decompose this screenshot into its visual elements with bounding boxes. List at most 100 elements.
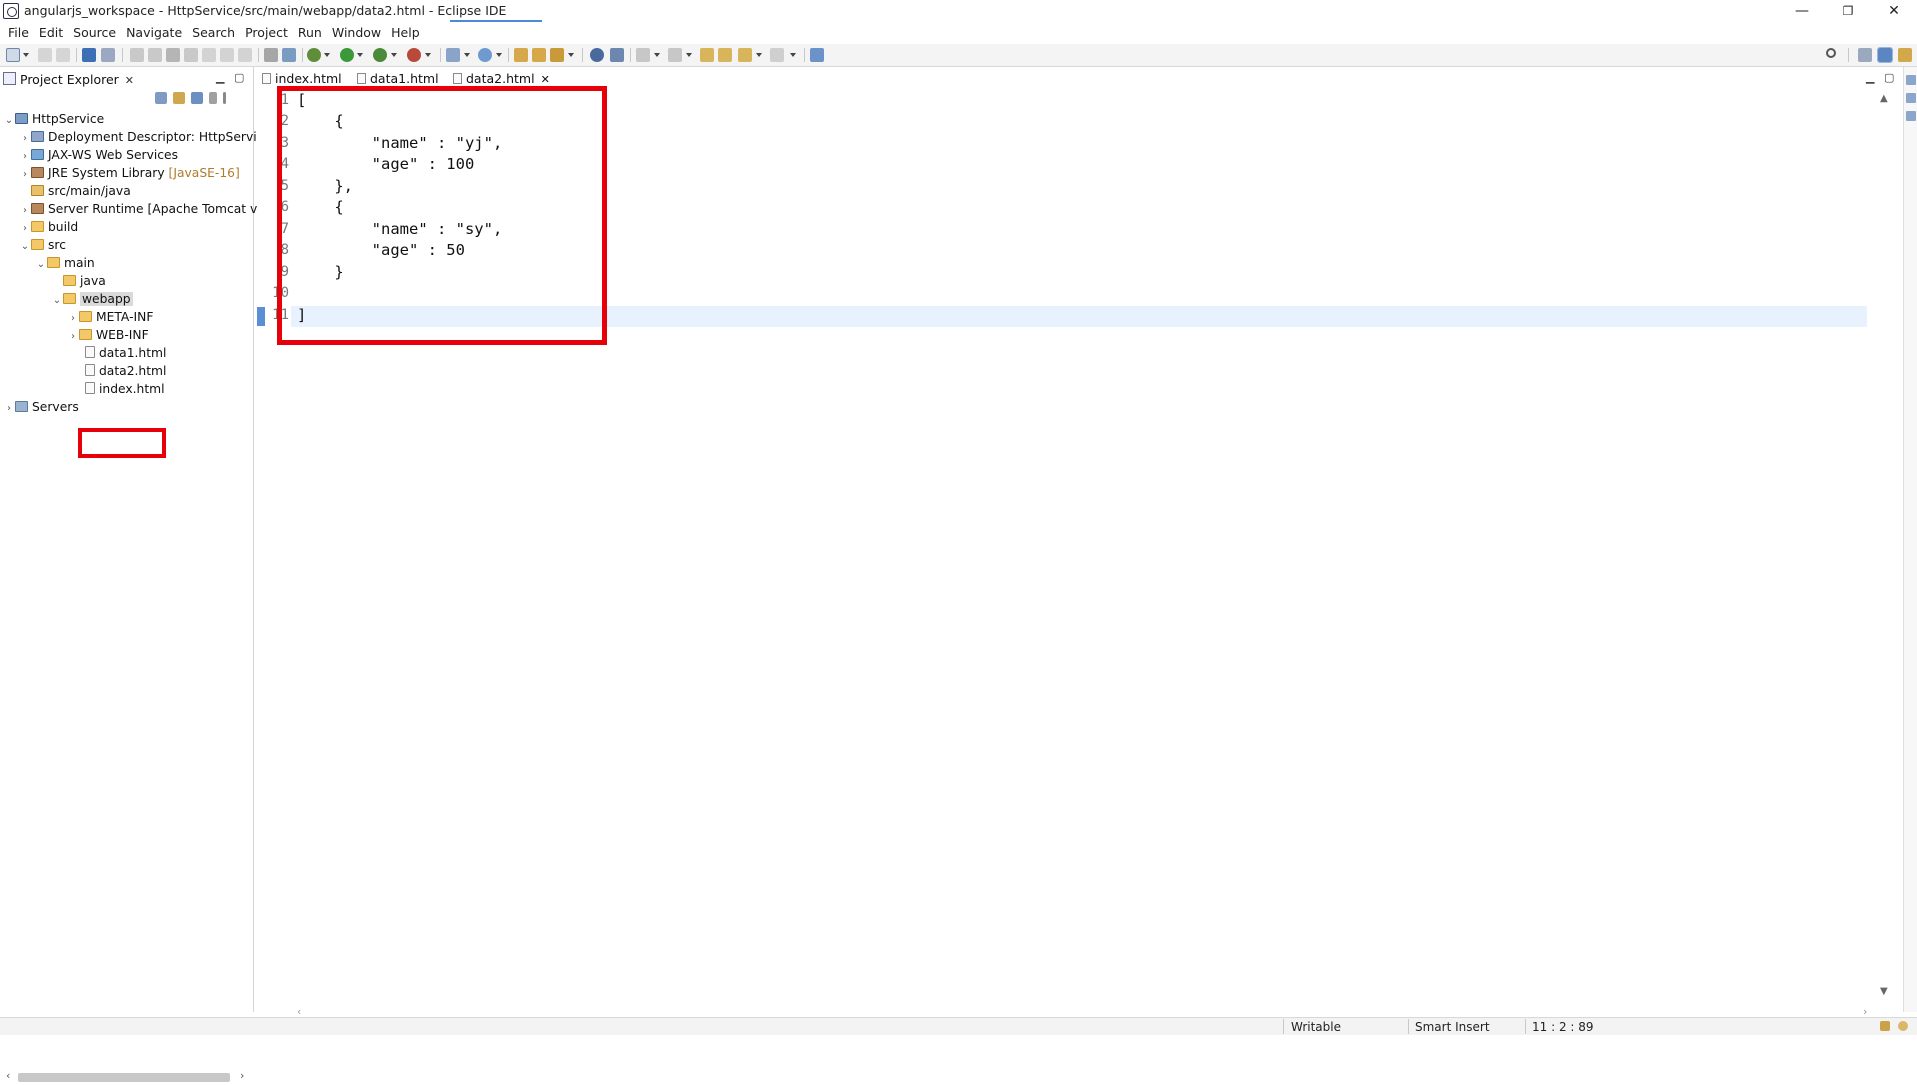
drop-to-frame-icon[interactable] [264, 48, 278, 62]
next-annotation-icon[interactable] [636, 48, 650, 62]
new-web-icon[interactable] [478, 48, 492, 62]
menu-help[interactable]: Help [386, 22, 425, 44]
step-return-icon[interactable] [238, 48, 252, 62]
external-tools-dropdown-icon[interactable] [425, 53, 431, 57]
menu-edit[interactable]: Edit [34, 22, 68, 44]
save-icon[interactable] [38, 48, 52, 62]
new-dropdown-icon[interactable] [23, 53, 29, 57]
open-resource-icon[interactable] [532, 48, 546, 62]
tree-item-httpservice[interactable]: ⌄ HttpService [3, 110, 104, 128]
next-annotation-dropdown-icon[interactable] [654, 53, 660, 57]
web-browser-icon[interactable] [590, 48, 604, 62]
menu-run[interactable]: Run [293, 22, 327, 44]
tree-item-build[interactable]: › build [19, 218, 78, 236]
tree-item-servers[interactable]: › Servers [3, 398, 79, 416]
run-icon[interactable] [340, 48, 354, 62]
skip-breakpoints-icon[interactable] [101, 48, 115, 62]
step-over-icon[interactable] [220, 48, 234, 62]
focus-icon[interactable] [209, 92, 217, 104]
tree-item-meta-inf[interactable]: › META-INF [67, 308, 153, 326]
back-arrow-icon[interactable] [738, 48, 752, 62]
menu-source[interactable]: Source [68, 22, 121, 44]
filter-icon[interactable] [191, 92, 203, 104]
forward-dropdown-icon[interactable] [790, 53, 796, 57]
tree-item-deployment-descriptor[interactable]: › Deployment Descriptor: HttpService [19, 128, 271, 146]
heap-status-icon[interactable] [1898, 1021, 1908, 1031]
view-menu-icon[interactable] [223, 92, 226, 104]
chevron-right-icon[interactable]: › [67, 328, 79, 346]
tree-item-data2-html[interactable]: data2.html [85, 362, 166, 380]
tree-item-jre-library[interactable]: › JRE System Library [JavaSE-16] [19, 164, 240, 182]
previous-annotation-icon[interactable] [668, 48, 682, 62]
last-edit-location-icon[interactable] [700, 48, 714, 62]
search-tool-dropdown-icon[interactable] [568, 53, 574, 57]
back-icon[interactable] [718, 48, 732, 62]
insert-mode-status[interactable]: Smart Insert [1415, 1020, 1490, 1034]
tree-item-src-main-java[interactable]: src/main/java [31, 182, 131, 200]
run-dropdown-icon[interactable] [357, 53, 363, 57]
tree-item-jax-ws[interactable]: › JAX-WS Web Services [19, 146, 178, 164]
scroll-left-icon[interactable]: ‹ [6, 1069, 10, 1082]
coverage-icon[interactable] [373, 48, 387, 62]
debug-dropdown-icon[interactable] [324, 53, 330, 57]
horizontal-scrollbar[interactable]: ‹ › [0, 1069, 253, 1085]
scrollbar-thumb[interactable] [18, 1073, 230, 1082]
minimize-view-icon[interactable]: ▁ [216, 71, 224, 84]
tree-item-data1-html[interactable]: data1.html [85, 344, 166, 362]
resume-icon[interactable] [130, 48, 144, 62]
menu-window[interactable]: Window [327, 22, 386, 44]
chevron-down-icon[interactable]: ⌄ [35, 256, 47, 274]
tree-item-web-inf[interactable]: › WEB-INF [67, 326, 149, 344]
close-window-button[interactable]: ✕ [1871, 0, 1917, 22]
tree-item-index-html[interactable]: index.html [85, 380, 165, 398]
restore-button[interactable]: ❐ [1825, 0, 1871, 22]
menu-file[interactable]: File [3, 22, 34, 44]
new-icon[interactable] [6, 48, 20, 62]
properties-view-icon[interactable] [1906, 111, 1916, 121]
forward-arrow-icon[interactable] [770, 48, 784, 62]
debug-perspective-icon[interactable] [1898, 48, 1912, 62]
tree-item-webapp[interactable]: ⌄ webapp [51, 290, 133, 308]
tree-item-main[interactable]: ⌄ main [35, 254, 95, 272]
save-all-icon[interactable] [56, 48, 70, 62]
terminal-icon[interactable] [82, 48, 96, 62]
menu-navigate[interactable]: Navigate [121, 22, 187, 44]
debug-icon[interactable] [307, 48, 321, 62]
search-tool-icon[interactable] [550, 48, 564, 62]
maximize-editor-icon[interactable]: ▢ [1884, 71, 1894, 84]
menu-project[interactable]: Project [240, 22, 293, 44]
outline-view-icon[interactable] [1906, 75, 1916, 85]
open-perspective-icon[interactable] [1858, 48, 1872, 62]
chevron-right-icon[interactable]: › [3, 400, 15, 418]
tree-item-src[interactable]: ⌄ src [19, 236, 66, 254]
collapse-all-icon[interactable] [155, 92, 167, 104]
new-server-icon[interactable] [446, 48, 460, 62]
close-view-icon[interactable]: ✕ [125, 74, 134, 87]
close-tab-icon[interactable]: ✕ [541, 73, 550, 86]
notification-icon[interactable] [1880, 1021, 1890, 1031]
terminate-icon[interactable] [166, 48, 180, 62]
chevron-down-icon[interactable]: ⌄ [19, 238, 31, 256]
disconnect-icon[interactable] [184, 48, 198, 62]
use-step-filters-icon[interactable] [282, 48, 296, 62]
toggle-mark-icon[interactable] [610, 48, 624, 62]
minimize-editor-icon[interactable]: ▁ [1866, 71, 1874, 84]
task-list-icon[interactable] [1906, 93, 1916, 103]
tree-item-server-runtime[interactable]: › Server Runtime [Apache Tomcat v9.0 [19, 200, 277, 218]
maximize-view-icon[interactable]: ▢ [234, 71, 244, 84]
menu-search[interactable]: Search [187, 22, 240, 44]
link-with-editor-icon[interactable] [173, 92, 185, 104]
chevron-down-icon[interactable]: ⌄ [51, 292, 63, 310]
suspend-icon[interactable] [148, 48, 162, 62]
minimize-button[interactable]: — [1779, 0, 1825, 22]
new-web-dropdown-icon[interactable] [496, 53, 502, 57]
step-into-icon[interactable] [202, 48, 216, 62]
open-type-icon[interactable] [514, 48, 528, 62]
scroll-up-icon[interactable]: ▲ [1880, 93, 1888, 104]
new-server-dropdown-icon[interactable] [464, 53, 470, 57]
chevron-right-icon[interactable]: › [19, 166, 31, 184]
tree-item-java[interactable]: java [63, 272, 106, 290]
search-icon[interactable] [1826, 48, 1836, 58]
external-tools-icon[interactable] [407, 48, 421, 62]
scroll-right-icon[interactable]: › [240, 1069, 244, 1082]
